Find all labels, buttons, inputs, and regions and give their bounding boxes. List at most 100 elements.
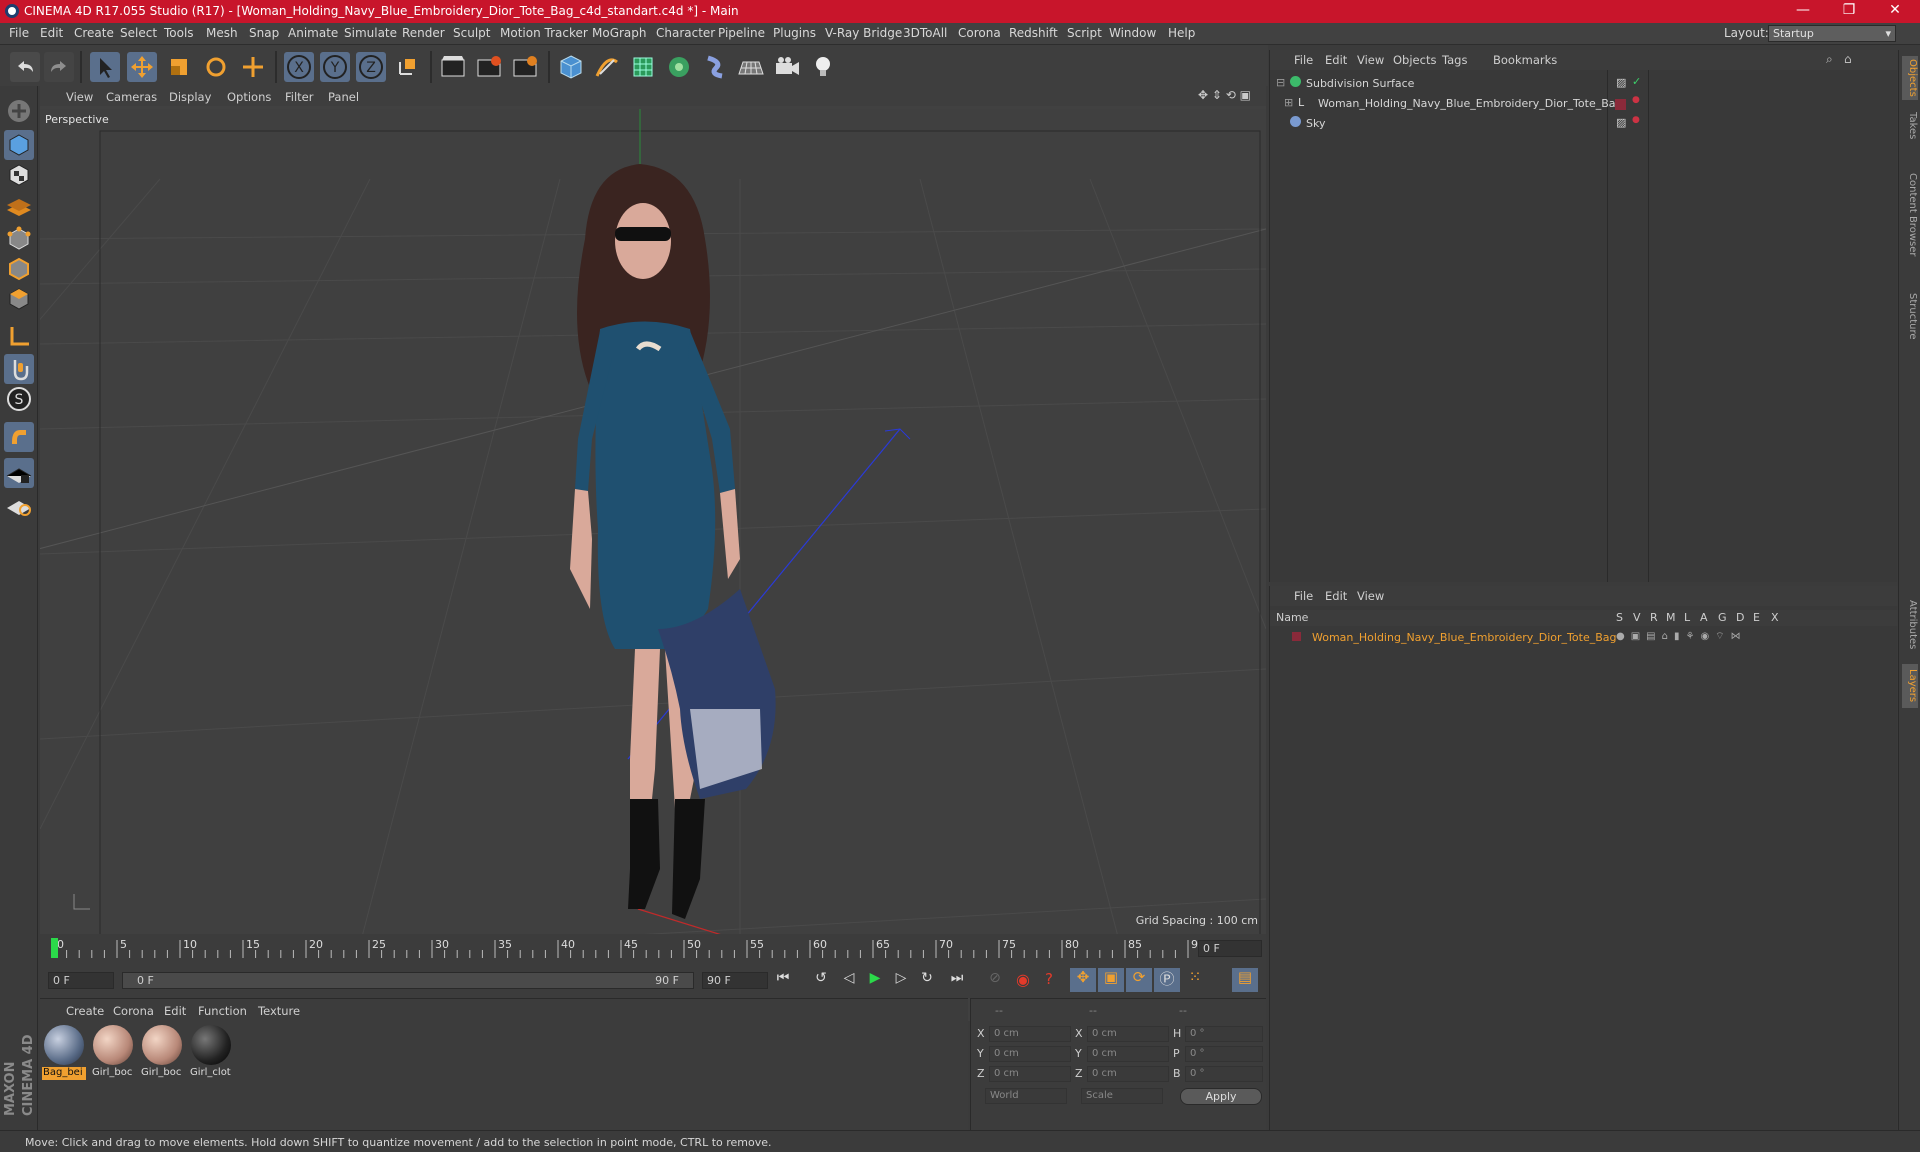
polygons-mode-icon[interactable]: [4, 284, 34, 314]
viewport-menu-cameras[interactable]: Cameras: [106, 90, 157, 104]
minimize-button[interactable]: —: [1780, 0, 1826, 23]
planar-workplane-icon[interactable]: [4, 490, 34, 520]
scale-tool-icon[interactable]: [164, 52, 194, 82]
x-axis-lock-icon[interactable]: X: [284, 52, 314, 82]
redo-icon[interactable]: [44, 52, 74, 82]
previous-frame-icon[interactable]: ◁: [836, 970, 862, 992]
menu-edit[interactable]: Edit: [40, 26, 63, 40]
key-parameter-icon[interactable]: Ⓟ: [1154, 968, 1180, 992]
start-frame-field[interactable]: 0 F: [48, 972, 114, 989]
magnet-icon[interactable]: [4, 422, 34, 452]
coordinate-space-dropdown[interactable]: World: [985, 1088, 1067, 1104]
menu-script[interactable]: Script: [1067, 26, 1102, 40]
z-axis-lock-icon[interactable]: Z: [356, 52, 386, 82]
menu-snap[interactable]: Snap: [249, 26, 279, 40]
tab-layers[interactable]: Layers: [1902, 664, 1918, 708]
size-mode-dropdown[interactable]: Scale: [1081, 1088, 1163, 1104]
expand-icon[interactable]: ⊞: [1284, 96, 1293, 109]
object-menu-objects[interactable]: Objects: [1393, 53, 1436, 67]
tab-takes[interactable]: Takes: [1902, 106, 1918, 146]
layer-menu-view[interactable]: View: [1357, 589, 1384, 603]
tab-structure[interactable]: Structure: [1902, 286, 1918, 346]
lock-workplane-icon[interactable]: [4, 458, 34, 488]
column-expressions[interactable]: E: [1753, 611, 1760, 624]
size-x-field[interactable]: 0 cm: [1087, 1026, 1169, 1042]
go-to-start-icon[interactable]: ⏮: [770, 970, 796, 992]
rotation-p-field[interactable]: 0 °: [1185, 1046, 1263, 1062]
menu-sculpt[interactable]: Sculpt: [453, 26, 490, 40]
key-rotation-icon[interactable]: ⟳: [1126, 968, 1152, 992]
menu-render[interactable]: Render: [402, 26, 445, 40]
record-keys-icon[interactable]: ⊘: [982, 970, 1008, 992]
layer-row[interactable]: Woman_Holding_Navy_Blue_Embroidery_Dior_…: [1270, 628, 1898, 648]
material-menu-edit[interactable]: Edit: [164, 1004, 186, 1018]
menu-vray-bridge[interactable]: V-Ray Bridge: [825, 26, 902, 40]
position-y-field[interactable]: 0 cm: [989, 1046, 1071, 1062]
object-menu-file[interactable]: File: [1294, 53, 1313, 67]
undo-icon[interactable]: [10, 52, 40, 82]
viewport-menu-display[interactable]: Display: [169, 90, 211, 104]
deformer-icon[interactable]: [700, 52, 730, 82]
timeline-ruler[interactable]: 051015202530354045505560657075808590 0 F: [40, 934, 1266, 962]
make-editable-icon[interactable]: [4, 96, 34, 126]
object-row[interactable]: Sky ▨ ●: [1270, 114, 1898, 134]
visibility-dot-icon[interactable]: ●: [1632, 95, 1640, 105]
end-frame-field[interactable]: 90 F: [702, 972, 768, 989]
next-frame-icon[interactable]: ▷: [888, 970, 914, 992]
rotate-tool-icon[interactable]: [201, 52, 231, 82]
workplane-icon[interactable]: [4, 190, 34, 220]
enabled-check-icon[interactable]: ✓: [1632, 75, 1641, 88]
move-tool-icon[interactable]: [127, 52, 157, 82]
go-to-end-icon[interactable]: ⏭: [944, 970, 970, 992]
object-menu-view[interactable]: View: [1357, 53, 1384, 67]
render-settings-icon[interactable]: [510, 52, 540, 82]
live-selection-icon[interactable]: [238, 52, 268, 82]
current-frame-field[interactable]: 0 F: [1198, 940, 1262, 957]
collapse-icon[interactable]: ⊟: [1276, 76, 1285, 89]
viewport-panel[interactable]: View Cameras Display Options Filter Pane…: [40, 86, 1266, 1021]
viewport-menu-filter[interactable]: Filter: [285, 90, 313, 104]
size-z-field[interactable]: 0 cm: [1087, 1066, 1169, 1082]
viewport-navigation-icon[interactable]: ✥ ⇕ ⟲ ▣: [1198, 88, 1251, 102]
autokey-icon[interactable]: ◉: [1010, 970, 1036, 992]
menu-create[interactable]: Create: [74, 26, 114, 40]
snap-toggle-icon[interactable]: S: [4, 384, 34, 414]
column-render[interactable]: R: [1650, 611, 1658, 624]
menu-window[interactable]: Window: [1109, 26, 1156, 40]
material-swatch[interactable]: Bag_bei: [42, 1025, 86, 1081]
menu-plugins[interactable]: Plugins: [773, 26, 816, 40]
material-swatch[interactable]: Girl_clot: [189, 1025, 233, 1081]
cube-primitive-icon[interactable]: [556, 52, 586, 82]
perspective-canvas[interactable]: [40, 109, 1266, 1021]
menu-tools[interactable]: Tools: [164, 26, 194, 40]
rotation-h-field[interactable]: 0 °: [1185, 1026, 1263, 1042]
menu-character[interactable]: Character: [656, 26, 715, 40]
key-scale-icon[interactable]: ▣: [1098, 968, 1124, 992]
enable-axis-icon[interactable]: [4, 322, 34, 352]
menu-animate[interactable]: Animate: [288, 26, 338, 40]
menu-corona[interactable]: Corona: [958, 26, 1001, 40]
next-key-icon[interactable]: ↻: [914, 970, 940, 992]
column-manager[interactable]: M: [1666, 611, 1676, 624]
object-row[interactable]: ⊞ L Woman_Holding_Navy_Blue_Embroidery_D…: [1270, 94, 1898, 114]
points-mode-icon[interactable]: [4, 224, 34, 254]
layer-menu-edit[interactable]: Edit: [1325, 589, 1347, 603]
column-generators[interactable]: G: [1718, 611, 1727, 624]
tab-content-browser[interactable]: Content Browser: [1902, 150, 1918, 280]
layer-menu-file[interactable]: File: [1294, 589, 1313, 603]
material-menu-function[interactable]: Function: [198, 1004, 247, 1018]
visibility-dot-icon[interactable]: ●: [1632, 115, 1640, 125]
mograph-cloner-icon[interactable]: [664, 52, 694, 82]
menu-file[interactable]: File: [9, 26, 29, 40]
floor-grid-icon[interactable]: [736, 52, 766, 82]
menu-3dtoall[interactable]: 3DToAll: [903, 26, 947, 40]
render-picture-viewer-icon[interactable]: [474, 52, 504, 82]
search-icon[interactable]: ⌕: [1826, 52, 1833, 67]
material-swatch[interactable]: Girl_boc: [140, 1025, 184, 1081]
column-locked[interactable]: L: [1684, 611, 1690, 624]
model-mode-icon[interactable]: [4, 130, 34, 160]
layer-toggle-icons[interactable]: ●▣▤⌂▮⚘◉⌔⋈: [1616, 630, 1747, 643]
menu-motion-tracker[interactable]: Motion Tracker: [500, 26, 588, 40]
tab-objects[interactable]: Objects: [1902, 56, 1918, 100]
material-swatch[interactable]: Girl_boc: [91, 1025, 135, 1081]
